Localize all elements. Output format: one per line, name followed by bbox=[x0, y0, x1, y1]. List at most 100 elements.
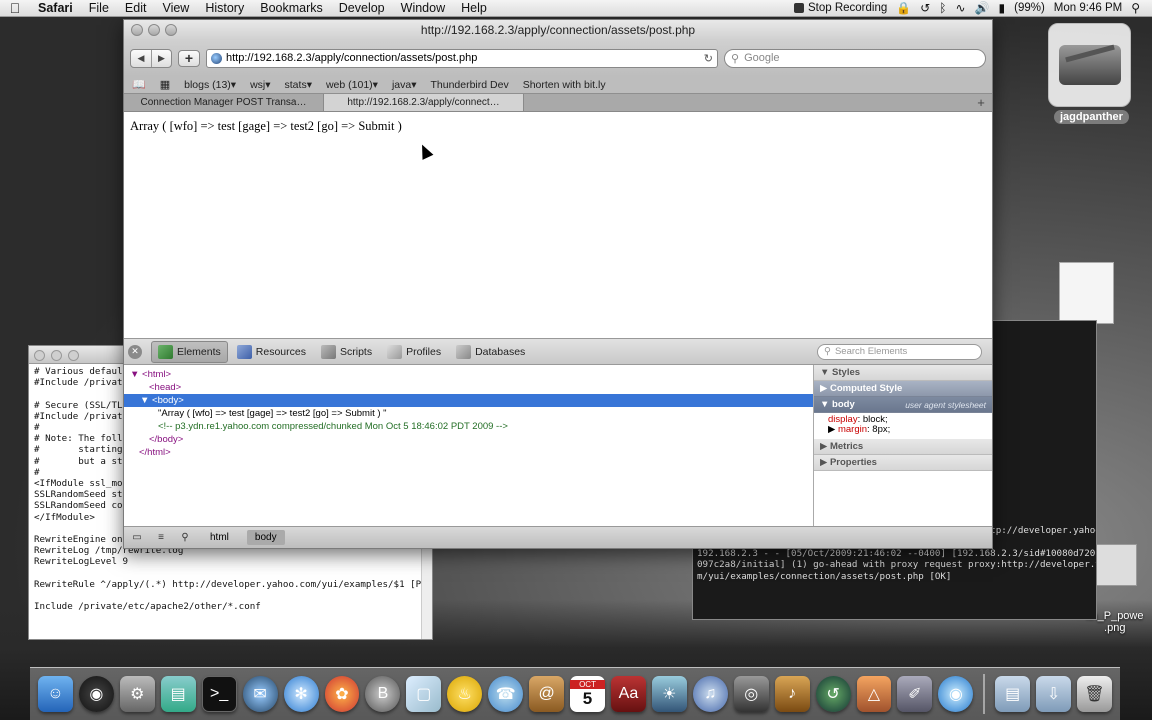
desktop-image-icon[interactable] bbox=[1095, 544, 1137, 586]
add-bookmark-button[interactable]: + bbox=[178, 49, 200, 67]
safari-titlebar[interactable]: http://192.168.2.3/apply/connection/asse… bbox=[124, 20, 992, 40]
bookmark-stats[interactable]: stats▾ bbox=[285, 79, 312, 91]
search-elements-field[interactable]: ⚲ Search Elements bbox=[817, 343, 982, 360]
ichat-icon[interactable]: ☎ bbox=[488, 676, 524, 712]
aperture-icon[interactable]: ◎ bbox=[733, 676, 769, 712]
desktop-icon-jagdpanther[interactable] bbox=[1048, 23, 1131, 107]
bookmark-bitly[interactable]: Shorten with bit.ly bbox=[523, 79, 606, 91]
tab-resources[interactable]: Resources bbox=[231, 342, 312, 362]
time-machine-icon[interactable]: ↺ bbox=[815, 676, 851, 712]
ical-icon[interactable]: OCT 5 bbox=[570, 676, 605, 712]
menu-help[interactable]: Help bbox=[453, 1, 495, 15]
top-sites-grid-icon[interactable]: ▦ bbox=[160, 78, 170, 91]
trash-icon[interactable]: 🗑 bbox=[1077, 676, 1112, 712]
zoom-window-icon[interactable] bbox=[165, 24, 177, 36]
back-button[interactable]: ◀ bbox=[131, 50, 151, 67]
bookmark-web[interactable]: web (101)▾ bbox=[326, 79, 378, 91]
menu-clock[interactable]: Mon 9:46 PM bbox=[1054, 2, 1122, 14]
close-window-icon[interactable] bbox=[34, 350, 45, 361]
properties-section-header[interactable]: ▶ Properties bbox=[814, 455, 992, 471]
styles-section-header[interactable]: ▼ Styles bbox=[814, 365, 992, 381]
dom-node-body-close[interactable]: </body> bbox=[124, 433, 813, 446]
apple-menu-icon[interactable]:  bbox=[0, 0, 30, 16]
console-icon[interactable]: ≡ bbox=[154, 532, 168, 543]
keynote-icon[interactable]: △ bbox=[856, 676, 892, 712]
dom-node-html-close[interactable]: </html> bbox=[124, 446, 813, 459]
time-machine-menu-icon[interactable]: ↺ bbox=[920, 1, 930, 15]
metrics-section-header[interactable]: ▶ Metrics bbox=[814, 439, 992, 455]
reading-list-icon[interactable]: 📖 bbox=[132, 78, 146, 91]
cube-icon[interactable]: ▢ bbox=[406, 676, 442, 712]
close-inspector-icon[interactable]: ✕ bbox=[128, 344, 142, 359]
dom-node-head[interactable]: <head> bbox=[124, 381, 813, 394]
downloads-icon[interactable]: ⇩ bbox=[1036, 676, 1072, 712]
stop-recording-button[interactable]: Stop Recording bbox=[793, 2, 887, 14]
search-field[interactable]: ⚲ Google bbox=[724, 48, 986, 68]
forward-button[interactable]: ▶ bbox=[151, 49, 171, 67]
body-rule-header[interactable]: ▼ body user agent stylesheet bbox=[814, 397, 992, 413]
url-field[interactable]: http://192.168.2.3/apply/connection/asse… bbox=[226, 52, 700, 64]
tab-databases[interactable]: Databases bbox=[450, 342, 531, 362]
address-book-icon[interactable]: @ bbox=[529, 676, 565, 712]
menu-history[interactable]: History bbox=[197, 1, 252, 15]
minimize-window-icon[interactable] bbox=[148, 24, 160, 36]
dom-comment-node[interactable]: <!-- p3.ydn.re1.yahoo.com compressed/chu… bbox=[124, 420, 813, 433]
dom-text-node[interactable]: "Array ( [wfo] => test [gage] => test2 [… bbox=[124, 407, 813, 420]
utility-icon[interactable]: ✐ bbox=[897, 676, 933, 712]
menu-file[interactable]: File bbox=[81, 1, 117, 15]
menu-view[interactable]: View bbox=[154, 1, 197, 15]
bookmark-java[interactable]: java▾ bbox=[392, 79, 417, 91]
wifi-icon[interactable]: ∿ bbox=[955, 1, 965, 15]
bluetooth-icon[interactable]: ᛒ bbox=[939, 1, 946, 15]
bbedit-icon[interactable]: B bbox=[365, 676, 401, 712]
dom-node-body[interactable]: ▼ <body> bbox=[124, 394, 813, 407]
disclosure-triangle-icon[interactable]: ▼ bbox=[130, 369, 139, 380]
desktop-document-icon[interactable] bbox=[1059, 262, 1114, 324]
breadcrumb-body[interactable]: body bbox=[246, 530, 285, 545]
lock-icon[interactable]: 🔒 bbox=[896, 1, 911, 15]
computed-style-header[interactable]: ▶ Computed Style bbox=[814, 381, 992, 397]
breadcrumb-html[interactable]: html bbox=[202, 530, 237, 545]
dashboard-icon[interactable]: ◉ bbox=[78, 676, 114, 712]
terminal-icon[interactable]: >_ bbox=[201, 676, 237, 712]
cyberduck-icon[interactable]: ♨ bbox=[447, 676, 483, 712]
folder-icon[interactable]: ▤ bbox=[995, 676, 1031, 712]
itunes-icon[interactable]: ♫ bbox=[692, 676, 728, 712]
tab-elements[interactable]: Elements bbox=[151, 340, 228, 363]
close-window-icon[interactable] bbox=[131, 24, 143, 36]
minimize-window-icon[interactable] bbox=[51, 350, 62, 361]
bookmark-blogs[interactable]: blogs (13)▾ bbox=[184, 79, 236, 91]
menu-develop[interactable]: Develop bbox=[331, 1, 393, 15]
dock-inspector-icon[interactable]: ▭ bbox=[130, 532, 144, 543]
menu-window[interactable]: Window bbox=[393, 1, 453, 15]
tab-connection-manager[interactable]: Connection Manager POST Transa… bbox=[124, 94, 324, 111]
menu-bookmarks[interactable]: Bookmarks bbox=[252, 1, 331, 15]
disclosure-triangle-icon[interactable]: ▼ bbox=[140, 395, 149, 406]
tab-scripts[interactable]: Scripts bbox=[315, 342, 378, 362]
mail-icon[interactable]: ✉ bbox=[242, 676, 278, 712]
system-preferences-icon[interactable]: ⚙ bbox=[119, 676, 155, 712]
new-tab-icon[interactable]: + bbox=[970, 94, 992, 111]
dom-node-html[interactable]: ▼ <html> bbox=[124, 368, 813, 381]
menu-safari[interactable]: Safari bbox=[30, 1, 81, 15]
volume-icon[interactable]: 🔊 bbox=[975, 1, 990, 15]
bookmark-wsj[interactable]: wsj▾ bbox=[250, 79, 270, 91]
finder-icon[interactable]: ☺ bbox=[38, 676, 73, 712]
address-bar[interactable]: http://192.168.2.3/apply/connection/asse… bbox=[206, 48, 718, 68]
iphoto-icon[interactable]: ☀ bbox=[651, 676, 687, 712]
network-icon[interactable]: ◉ bbox=[938, 676, 974, 712]
battery-icon[interactable]: ▮ bbox=[999, 1, 1006, 15]
menu-edit[interactable]: Edit bbox=[117, 1, 155, 15]
garageband-icon[interactable]: ♪ bbox=[774, 676, 810, 712]
dictionary-icon[interactable]: Aa bbox=[610, 676, 646, 712]
preview-icon[interactable]: ▤ bbox=[160, 676, 196, 712]
style-property-margin[interactable]: ▶ margin: 8px; bbox=[814, 425, 992, 435]
firefox-icon[interactable]: ✿ bbox=[324, 676, 360, 712]
inspect-element-icon[interactable]: ⚲ bbox=[178, 532, 192, 543]
bookmark-thunderbird[interactable]: Thunderbird Dev bbox=[430, 79, 508, 91]
tab-profiles[interactable]: Profiles bbox=[381, 342, 447, 362]
tab-post-php[interactable]: http://192.168.2.3/apply/connect… bbox=[324, 94, 524, 111]
reload-icon[interactable]: ↻ bbox=[704, 52, 713, 65]
zoom-window-icon[interactable] bbox=[68, 350, 79, 361]
safari-icon[interactable]: ✻ bbox=[283, 676, 319, 712]
